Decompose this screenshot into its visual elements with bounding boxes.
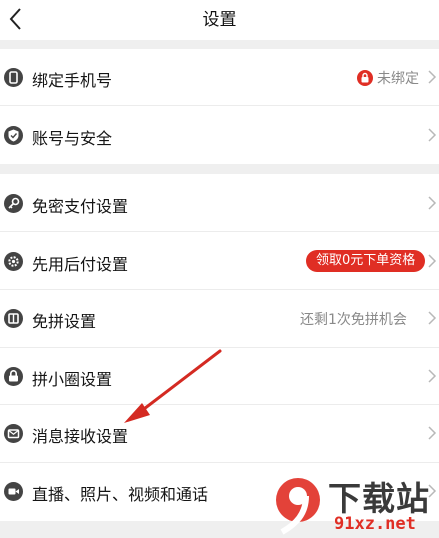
chevron-right-icon [428,254,437,268]
key-icon [4,194,23,213]
row-label: 直播、照片、视频和通话 [32,485,209,504]
bind-status: 未绑定 [377,71,419,87]
page-title: 设置 [202,10,237,30]
shield-icon [4,126,23,145]
ticket-icon [4,309,23,328]
lock-icon [4,367,23,386]
phone-icon [4,68,23,87]
row-account-security[interactable]: 账号与安全 [0,106,439,164]
row-label: 先用后付设置 [32,255,129,274]
lock-icon [357,70,373,86]
row-label: 账号与安全 [32,129,113,148]
chevron-right-icon [428,426,437,440]
watermark-title: 下载站 [328,479,430,518]
section-divider [0,40,439,49]
chevron-right-icon [428,196,437,210]
row-label: 免拼设置 [32,312,97,331]
row-password-free-pay[interactable]: 免密支付设置 [0,174,439,232]
row-bind-phone[interactable]: 绑定手机号 未绑定 [0,49,439,106]
row-circle-settings[interactable]: 拼小圈设置 [0,348,439,405]
row-message-settings[interactable]: 消息接收设置 [0,405,439,463]
row-label: 消息接收设置 [32,427,129,446]
row-label: 拼小圈设置 [32,370,113,389]
promo-badge[interactable]: 领取0元下单资格 [306,250,426,272]
row-label: 免密支付设置 [32,197,129,216]
mail-icon [4,424,23,443]
watermark: 下载站 91xz.net [268,472,439,538]
section-divider [0,164,439,174]
row-label: 绑定手机号 [32,71,113,90]
row-skip-group[interactable]: 免拼设置 还剩1次免拼机会 [0,290,439,348]
row-pay-later[interactable]: 先用后付设置 领取0元下单资格 [0,232,439,290]
gear-icon [4,252,23,271]
watermark-url: 91xz.net [334,514,416,534]
skip-count-text: 还剩1次免拼机会 [300,312,407,328]
watermark-logo-icon [276,478,320,535]
nav-bar: 设置 [0,0,439,40]
chevron-right-icon [428,70,437,84]
chevron-right-icon [428,369,437,383]
chevron-right-icon [428,311,437,325]
video-icon [4,482,23,501]
chevron-right-icon [428,128,437,142]
